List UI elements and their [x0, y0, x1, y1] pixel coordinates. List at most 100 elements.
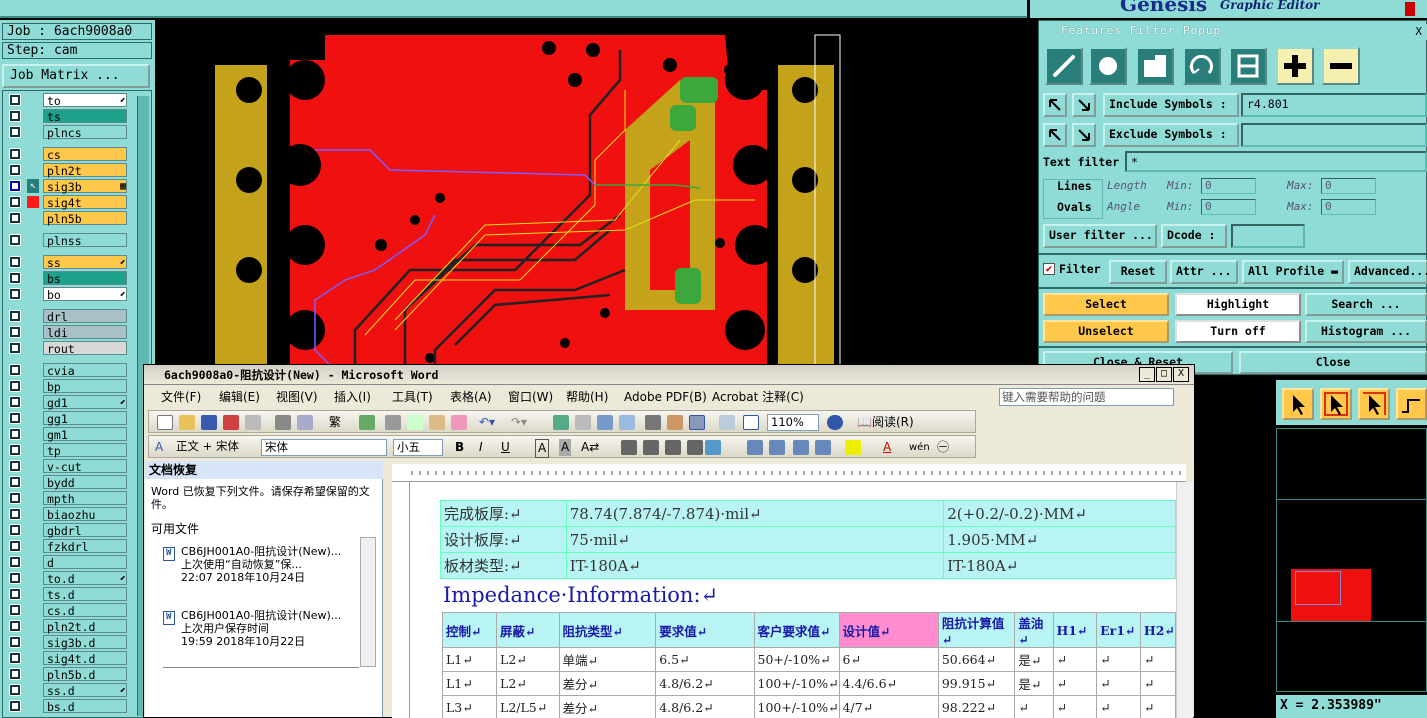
arrow-nw-button[interactable] — [1043, 93, 1067, 117]
negative-polarity-button[interactable] — [1322, 47, 1360, 85]
layer-row[interactable]: ts.d — [7, 587, 149, 602]
text-symbol-button[interactable] — [1229, 47, 1267, 85]
layer-name[interactable]: to.d ⬋ — [43, 571, 127, 586]
paste-icon[interactable] — [429, 415, 445, 430]
insert-table-icon[interactable] — [597, 415, 613, 430]
layer-row[interactable]: cs.d — [7, 603, 149, 618]
layer-row[interactable]: tp — [7, 443, 149, 458]
layer-checkbox[interactable] — [9, 234, 21, 246]
table-cell[interactable]: 1.905·MM↵ — [943, 526, 1176, 553]
layer-name[interactable]: v-cut — [43, 459, 127, 474]
close-icon[interactable]: X — [1415, 25, 1422, 38]
permission-icon[interactable] — [223, 415, 239, 430]
redo-icon[interactable]: ↷▾ — [511, 414, 527, 431]
pilcrow-icon[interactable] — [743, 415, 759, 430]
phonetic-guide-icon[interactable]: wén — [909, 439, 930, 456]
layer-name[interactable]: bp — [43, 379, 127, 394]
layer-name[interactable]: cvia — [43, 363, 127, 378]
char-border-button[interactable]: A — [535, 439, 550, 458]
menu-window[interactable]: 窗口(W) — [508, 386, 553, 408]
bold-button[interactable]: B — [455, 439, 464, 456]
layer-checkbox[interactable] — [9, 588, 21, 600]
align-center-icon[interactable] — [643, 440, 659, 455]
layer-checkbox[interactable] — [9, 412, 21, 424]
open-icon[interactable] — [179, 415, 195, 430]
include-symbols-button[interactable]: Include Symbols : — [1103, 93, 1239, 117]
cut-icon[interactable] — [385, 415, 401, 430]
unselect-button[interactable]: Unselect — [1043, 320, 1169, 343]
table-cell[interactable]: 4.8/6.2↵ — [655, 671, 755, 696]
layer-name[interactable]: ldi — [43, 325, 127, 340]
layer-row[interactable]: biaozhu — [7, 507, 149, 522]
layer-name[interactable]: sig4t.d — [43, 651, 127, 666]
table-cell[interactable]: 4/7↵ — [838, 695, 939, 718]
layer-row[interactable]: ss ⬋ — [7, 255, 149, 270]
print-icon[interactable] — [275, 415, 291, 430]
enclose-char-icon[interactable]: ㊀ — [937, 439, 949, 456]
layer-name[interactable]: bs — [43, 271, 127, 286]
arrow-se-button[interactable] — [1072, 123, 1096, 147]
layer-row[interactable]: pln5b.d — [7, 667, 149, 682]
style-select[interactable]: 正文 + 宋体 — [173, 439, 257, 456]
layer-row[interactable]: bydd — [7, 475, 149, 490]
table-cell[interactable]: 4.8/6.2↵ — [655, 695, 755, 718]
layer-checkbox[interactable] — [9, 126, 21, 138]
table-cell[interactable]: ↵ — [1139, 647, 1176, 672]
layer-name[interactable]: ss.d ⬋ — [43, 683, 127, 698]
table-cell[interactable]: L1↵ — [441, 671, 498, 696]
layer-row[interactable]: drl — [7, 309, 149, 324]
layer-checkbox[interactable] — [9, 524, 21, 536]
layer-row[interactable]: cs — [7, 147, 149, 162]
histogram-button[interactable]: Histogram ... — [1305, 320, 1427, 343]
close-button[interactable]: Close — [1239, 351, 1427, 374]
layer-checkbox[interactable] — [9, 668, 21, 680]
reset-button[interactable]: Reset — [1109, 260, 1167, 284]
help-search-input[interactable]: 键入需要帮助的问题 — [999, 388, 1174, 406]
layer-name[interactable]: ss ⬋ — [43, 255, 127, 270]
layer-name[interactable]: gm1 — [43, 427, 127, 442]
decrease-indent-icon[interactable] — [793, 440, 809, 455]
table-cell[interactable]: 6↵ — [838, 647, 939, 672]
layer-name[interactable]: biaozhu — [43, 507, 127, 522]
close-button[interactable]: X — [1173, 367, 1189, 382]
table-cell[interactable]: 6.5↵ — [655, 647, 755, 672]
attr-button[interactable]: Attr ... — [1170, 260, 1238, 284]
align-right-icon[interactable] — [665, 440, 681, 455]
layer-row[interactable]: rout — [7, 341, 149, 356]
layer-name[interactable]: to ⬋ — [43, 93, 127, 108]
overview-map[interactable] — [1276, 428, 1427, 692]
angle-max-input[interactable]: 0 — [1321, 199, 1376, 215]
layer-row[interactable]: sig4t.d — [7, 651, 149, 666]
numbering-icon[interactable] — [747, 440, 763, 455]
table-cell[interactable]: L2/L5↵ — [496, 695, 560, 718]
recovery-list-scrollbar[interactable] — [360, 537, 376, 667]
menu-acrobat-comments[interactable]: Acrobat 注释(C) — [712, 386, 804, 408]
drawing-icon[interactable] — [667, 415, 683, 430]
underline-button[interactable]: U — [501, 439, 510, 456]
layer-row[interactable]: to ⬋ — [7, 93, 149, 108]
layer-name[interactable]: sig4t — [43, 195, 127, 210]
exclude-symbols-input[interactable] — [1241, 123, 1427, 147]
copy-icon[interactable] — [407, 415, 423, 430]
layer-name[interactable]: sig3b.d — [43, 635, 127, 650]
pad-symbol-button[interactable] — [1089, 47, 1127, 85]
layer-checkbox[interactable] — [9, 310, 21, 322]
layer-row[interactable]: bs.d — [7, 699, 149, 714]
table-cell[interactable]: 100+/-10%↵ — [753, 695, 840, 718]
layer-row[interactable]: v-cut — [7, 459, 149, 474]
layer-row[interactable]: ts — [7, 109, 149, 124]
column-header[interactable]: 客户要求值↵ — [753, 612, 840, 648]
menu-insert[interactable]: 插入(I) — [334, 386, 371, 408]
layer-checkbox[interactable] — [9, 110, 21, 122]
layer-name[interactable]: mpth — [43, 491, 127, 506]
dcode-button[interactable]: Dcode : — [1161, 224, 1227, 248]
column-header[interactable]: 屏蔽↵ — [496, 612, 560, 648]
menu-adobe-pdf[interactable]: Adobe PDF(B) — [624, 386, 707, 408]
menu-tools[interactable]: 工具(T) — [392, 386, 433, 408]
layer-checkbox[interactable] — [9, 428, 21, 440]
layer-row[interactable]: bp — [7, 379, 149, 394]
layer-name[interactable]: d — [43, 555, 127, 570]
layer-checkbox[interactable] — [9, 540, 21, 552]
layer-checkbox[interactable] — [9, 272, 21, 284]
highlight-color-icon[interactable] — [845, 440, 861, 455]
